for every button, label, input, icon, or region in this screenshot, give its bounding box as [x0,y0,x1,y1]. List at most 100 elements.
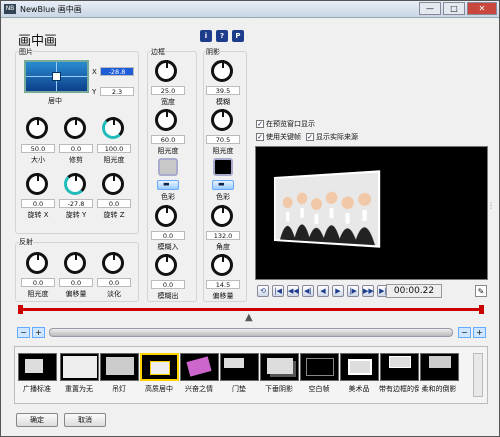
check-icon: ✓ [256,120,264,128]
size-value[interactable]: 50.0 [21,144,55,153]
y-field[interactable]: 2.3 [100,87,134,96]
preset-thumb-3[interactable] [100,353,139,381]
preset-thumb-8[interactable] [300,353,339,381]
reflection-opacity-value[interactable]: 0.0 [21,278,55,287]
rotate-x-value[interactable]: 0.0 [21,199,55,208]
preset-thumb-9[interactable] [340,353,379,381]
maximize-button[interactable]: □ [443,2,465,15]
add-keyframe-button[interactable]: − [458,327,471,338]
rotate-y-value[interactable]: -27.8 [59,199,93,208]
go-start-button[interactable]: |◀ [272,285,284,297]
minimize-button[interactable]: — [419,2,441,15]
shadow-opacity-value[interactable]: 70.5 [206,135,240,144]
preset-thumb-2[interactable] [60,353,99,381]
border-color-swatch[interactable] [158,158,178,176]
preset-button[interactable]: P [232,30,244,42]
people-image [275,172,381,248]
border-width-knob[interactable] [155,60,177,82]
rotate-x-knob[interactable] [26,173,48,195]
shadow-blur-knob[interactable] [211,60,233,82]
preset-label-9: 美术品 [348,385,370,393]
shadow-offset-knob[interactable] [211,254,233,276]
step-back-button[interactable]: ◀| [302,285,314,297]
edit-icon[interactable]: ✎ [475,285,487,297]
keyframe-marker-end[interactable] [479,305,484,314]
step-forward-button[interactable]: |▶ [347,285,359,297]
crop-value[interactable]: 0.0 [59,144,93,153]
shadow-offset-value[interactable]: 14.5 [206,280,240,289]
rotate-y-knob[interactable] [64,173,86,195]
border-blur-in-knob[interactable] [155,205,177,227]
border-blur-in-value[interactable]: 0.0 [151,231,185,240]
border-blur-out-value[interactable]: 0.0 [151,280,185,289]
window-title: NewBlue 画中画 [20,5,82,14]
border-width-label: 宽度 [161,98,175,106]
preset-thumb-5[interactable] [180,353,219,381]
zoom-out-button[interactable]: − [17,327,30,338]
preset-thumb-10[interactable] [380,353,419,381]
rotate-z-label: 旋转 Z [103,211,125,219]
crop-knob[interactable] [64,117,86,139]
shadow-color-swatch[interactable] [213,158,233,176]
info-button[interactable]: i [200,30,212,42]
shadow-angle-knob[interactable] [211,205,233,227]
remove-keyframe-button[interactable]: + [473,327,486,338]
preset-label-8: 空白帧 [308,385,330,393]
shadow-color-picker[interactable] [212,180,234,190]
preview-window[interactable] [255,146,488,280]
border-opacity-knob[interactable] [155,109,177,131]
rotate-z-value[interactable]: 0.0 [97,199,131,208]
reflection-fade-value[interactable]: 0.0 [97,278,131,287]
zoom-in-button[interactable]: + [32,327,45,338]
opacity-label: 阻光度 [103,156,125,164]
thumb-frame [306,358,334,376]
border-color-label: 色彩 [161,193,175,201]
reverse-button[interactable]: ◀ [317,285,329,297]
next-key-button[interactable]: ▶▶ [362,285,374,297]
border-opacity-value[interactable]: 60.0 [151,135,185,144]
rotate-z-knob[interactable] [102,173,124,195]
show-source-checkbox[interactable]: ✓ 显示实际来源 [306,132,358,142]
check-icon: ✓ [306,133,314,141]
border-color-picker[interactable] [157,180,179,190]
reflection-offset-value[interactable]: 0.0 [59,278,93,287]
reflection-offset-knob[interactable] [64,252,86,274]
position-handle[interactable] [52,72,61,81]
shadow-blur-value[interactable]: 39.5 [206,86,240,95]
preset-thumb-4-selected[interactable] [140,353,179,381]
use-keyframes-checkbox[interactable]: ✓ 使用关键帧 [256,132,301,142]
size-knob[interactable] [26,117,48,139]
keyframe-marker-start[interactable] [18,305,23,314]
preset-thumb-11[interactable] [420,353,459,381]
preset-thumb-6[interactable] [220,353,259,381]
opacity-value[interactable]: 100.0 [97,144,131,153]
close-button[interactable]: ✕ [467,2,497,15]
play-button[interactable]: ▶ [332,285,344,297]
rotate-y-label: 旋转 Y [65,211,87,219]
show-in-preview-checkbox[interactable]: ✓ 在预览窗口显示 [256,119,315,129]
position-pad[interactable] [24,60,89,93]
preset-scrollbar[interactable] [473,353,483,397]
border-blur-out-knob[interactable] [155,254,177,276]
border-width-value[interactable]: 25.0 [151,86,185,95]
border-section-label: 边框 [151,47,165,57]
x-field[interactable]: -28.8 [100,67,134,76]
reflection-fade-knob[interactable] [102,252,124,274]
prev-key-button[interactable]: ◀◀ [287,285,299,297]
shadow-opacity-knob[interactable] [211,109,233,131]
ok-button[interactable]: 确定 [16,413,58,427]
cancel-button[interactable]: 取消 [64,413,106,427]
loop-button[interactable]: ⟲ [257,285,269,297]
reflection-opacity-knob[interactable] [26,252,48,274]
opacity-knob[interactable] [102,117,124,139]
keyframe-track[interactable] [18,308,484,311]
splitter-handle-icon[interactable]: ⋮ [487,201,495,213]
timeline-scrollbar[interactable] [49,328,453,337]
preset-thumb-7[interactable] [260,353,299,381]
shadow-angle-value[interactable]: 132.0 [206,231,240,240]
preset-label-5: 兴奋之情 [185,385,213,393]
preset-label-2: 重置为无 [65,385,93,393]
preset-thumb-1[interactable] [18,353,57,381]
playhead-icon[interactable]: ▲ [245,312,253,323]
help-button[interactable]: ? [216,30,228,42]
